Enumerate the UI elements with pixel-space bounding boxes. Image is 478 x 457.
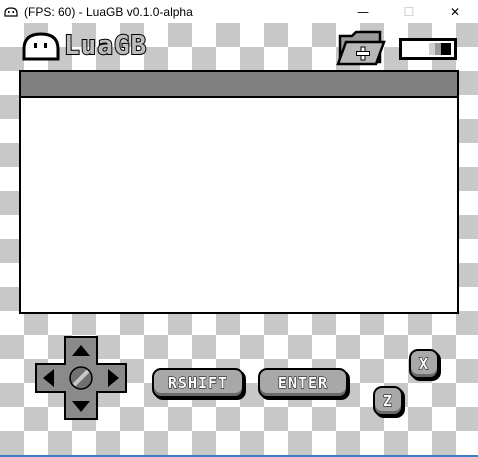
minimize-button[interactable]: — (340, 0, 386, 23)
dpad[interactable] (34, 335, 128, 421)
logo-text: LuaGB (63, 30, 148, 62)
luagb-app-icon (4, 6, 18, 17)
blob-mascot-icon (22, 32, 60, 61)
window-title: (FPS: 60) - LuaGB v0.1.0-alpha (24, 4, 193, 19)
x-button[interactable]: X (409, 349, 439, 379)
close-button[interactable]: ✕ (432, 0, 478, 23)
game-screen[interactable] (19, 70, 459, 314)
enter-button[interactable]: ENTER (258, 368, 348, 398)
battery-icon (399, 38, 457, 60)
emulator-client-area: LuaGB RSHIFT ENTER Z X (0, 23, 478, 455)
rshift-button[interactable]: RSHIFT (152, 368, 244, 398)
folder-plus-icon[interactable] (336, 30, 386, 66)
screen-header-bar (21, 72, 457, 98)
z-button[interactable]: Z (373, 386, 403, 416)
maximize-button[interactable]: ☐ (386, 0, 432, 23)
title-bar: (FPS: 60) - LuaGB v0.1.0-alpha — ☐ ✕ (0, 0, 478, 23)
luagb-logo: LuaGB (22, 30, 148, 62)
